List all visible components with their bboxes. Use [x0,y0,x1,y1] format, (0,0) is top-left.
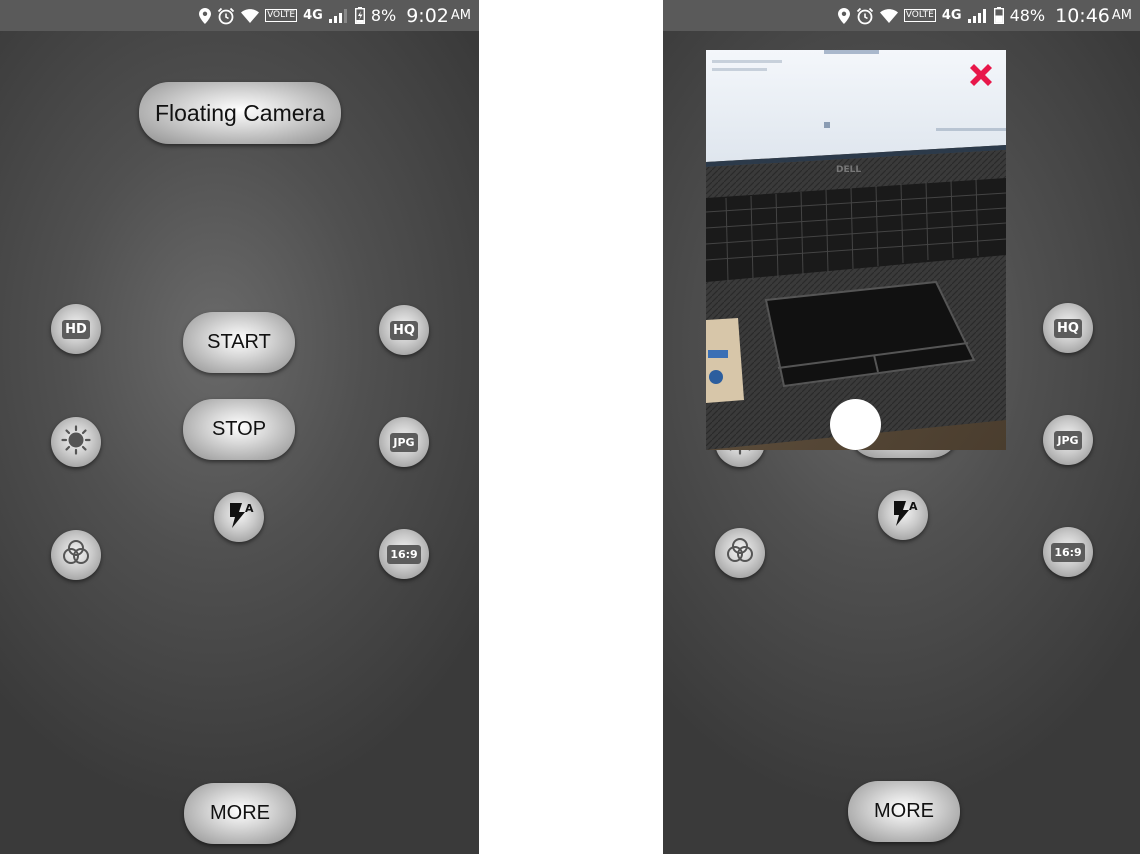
jpg-format-button[interactable]: JPG [1043,415,1093,465]
hd-icon: HD [62,319,90,339]
hq-icon: HQ [390,320,418,340]
aspect-ratio-icon: 16:9 [1051,542,1085,562]
brightness-icon [61,425,91,459]
signal-icon [967,8,988,23]
hq-icon: HQ [1054,318,1082,338]
hq-quality-button[interactable]: HQ [379,305,429,355]
flash-auto-button[interactable]: A [214,492,264,542]
wifi-icon [879,8,898,23]
aspect-ratio-button[interactable]: 16:9 [1043,527,1093,577]
battery-percent: 48% [1009,6,1046,25]
battery-charging-icon [354,7,365,24]
clock-time: 10:46 [1055,4,1110,27]
close-preview-button[interactable] [964,58,998,92]
network-type: 4G [303,8,323,23]
jpg-icon: JPG [390,432,418,452]
clock-ampm: AM [1111,8,1132,23]
hq-quality-button[interactable]: HQ [1043,303,1093,353]
alarm-icon [856,7,874,25]
camera-preview-window[interactable]: DELL [706,50,1006,450]
right-phone-screen: VOLTE 4G 48% 10:46AM A HQ JPG 16:9 MORE [663,0,1140,854]
battery-percent: 8% [370,6,397,25]
volte-indicator: VOLTE [265,9,298,22]
close-icon [970,64,992,86]
left-phone-screen: VOLTE 4G 8% 9:02 AM Floating Camera START… [0,0,479,854]
svg-text:A: A [245,502,254,515]
jpg-format-button[interactable]: JPG [379,417,429,467]
status-bar: VOLTE 4G 8% 9:02 AM [0,0,479,31]
laptop-brand-label: DELL [836,165,861,175]
flash-auto-icon: A [224,500,254,534]
status-bar: VOLTE 4G 48% 10:46 AM [663,0,1140,31]
aspect-ratio-button[interactable]: 16:9 [379,529,429,579]
color-effect-button[interactable] [51,530,101,580]
color-filter-icon [725,536,755,570]
flash-auto-button[interactable]: A [878,490,928,540]
battery-icon [993,7,1004,24]
volte-indicator: VOLTE [903,9,936,22]
start-button[interactable]: START [183,312,295,373]
camera-feed-image: DELL [706,50,1006,450]
clock-ampm: AM [450,8,471,23]
signal-icon [328,8,349,23]
jpg-icon: JPG [1054,430,1082,450]
clock-time: 9:02 [406,4,449,27]
svg-text:A: A [909,500,918,513]
location-icon [199,7,212,24]
more-button[interactable]: MORE [184,783,296,844]
brightness-button[interactable] [51,417,101,467]
network-type: 4G [941,8,962,23]
alarm-icon [217,7,235,25]
capture-shutter-button[interactable] [830,399,881,450]
location-icon [837,7,850,24]
wifi-icon [241,8,260,23]
app-title-badge: Floating Camera [139,82,341,144]
hd-quality-button[interactable]: HD [51,304,101,354]
color-effect-button[interactable] [715,528,765,578]
flash-auto-icon: A [888,498,918,532]
more-button[interactable]: MORE [848,781,960,842]
color-filter-icon [61,538,91,572]
stop-button[interactable]: STOP [183,399,295,460]
aspect-ratio-icon: 16:9 [387,544,421,564]
